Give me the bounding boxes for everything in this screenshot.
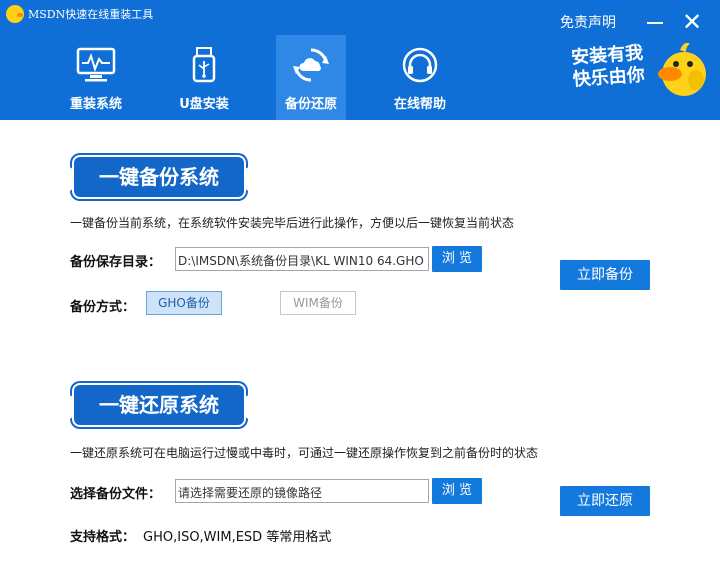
formats-value: GHO,ISO,WIM,ESD 等常用格式 — [143, 530, 332, 545]
app-title: MSDN快速在线重装工具 — [28, 8, 154, 21]
usb-icon — [192, 47, 216, 83]
headset-icon — [402, 47, 438, 83]
close-icon[interactable]: ✕ — [680, 10, 704, 34]
nav-item-online-help[interactable]: 在线帮助 — [380, 35, 460, 120]
minimize-icon[interactable] — [643, 10, 667, 34]
disclaimer-link[interactable]: 免责声明 — [560, 12, 616, 32]
backup-section-banner: 一键备份系统 — [66, 157, 252, 197]
duck-logo-icon — [6, 5, 24, 23]
supported-formats: 支持格式： GHO,ISO,WIM,ESD 等常用格式 — [70, 526, 331, 545]
restore-browse-button[interactable]: 浏 览 — [432, 478, 482, 504]
nav-label-backup-restore: 备份还原 — [284, 97, 337, 112]
backup-now-button[interactable]: 立即备份 — [560, 260, 650, 290]
restore-file-label: 选择备份文件： — [70, 487, 162, 502]
restore-description: 一键还原系统可在电脑运行过慢或中毒时，可通过一键还原操作恢复到之前备份时的状态 — [70, 446, 539, 460]
backup-description: 一键备份当前系统，在系统软件安装完毕后进行此操作，方便以后一键恢复当前状态 — [70, 216, 515, 230]
restore-section-banner: 一键还原系统 — [66, 385, 252, 425]
title-bar: MSDN快速在线重装工具 免责声明 ✕ — [0, 0, 720, 34]
gho-backup-option[interactable]: GHO备份 — [146, 291, 222, 315]
monitor-icon — [76, 47, 116, 82]
nav-label-usb-install: U盘安装 — [179, 97, 229, 112]
nav-item-backup-restore[interactable]: 备份还原 — [276, 35, 346, 120]
slogan: 安装有我 快乐由你 — [571, 43, 646, 92]
slogan-line-2: 快乐由你 — [572, 64, 646, 91]
cloud-sync-icon — [293, 48, 329, 82]
backup-browse-button[interactable]: 浏 览 — [432, 246, 482, 272]
wim-backup-option[interactable]: WIM备份 — [280, 291, 356, 315]
duck-mascot-icon — [658, 42, 706, 96]
backup-method-label: 备份方式： — [70, 300, 136, 315]
backup-dir-input[interactable]: D:\IMSDN\系统备份目录\KL WIN10 64.GHO — [175, 247, 429, 271]
nav-item-usb-install[interactable]: U盘安装 — [163, 35, 245, 120]
app-header: MSDN快速在线重装工具 免责声明 ✕ 重装系统 U盘安装 备份还原 在线帮助 … — [0, 0, 720, 120]
nav-label-online-help: 在线帮助 — [393, 97, 446, 112]
restore-now-button[interactable]: 立即还原 — [560, 486, 650, 516]
main-nav: 重装系统 U盘安装 备份还原 在线帮助 — [50, 35, 480, 120]
backup-dir-label: 备份保存目录： — [70, 255, 162, 270]
nav-label-reinstall: 重装系统 — [69, 97, 122, 112]
formats-label: 支持格式： — [70, 530, 136, 545]
restore-file-input[interactable]: 请选择需要还原的镜像路径 — [175, 479, 429, 503]
nav-item-reinstall[interactable]: 重装系统 — [50, 35, 142, 120]
